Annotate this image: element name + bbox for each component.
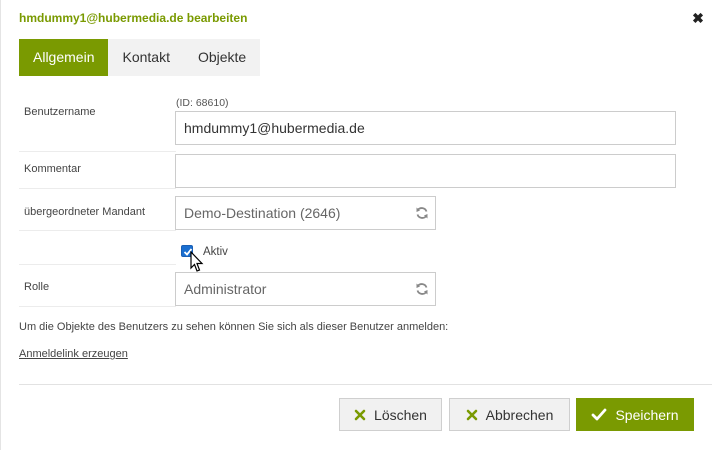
x-icon [466,409,477,420]
delete-button-label: Löschen [374,406,427,423]
row-divider [19,264,176,265]
cancel-button[interactable]: Abbrechen [449,398,570,431]
comment-input[interactable] [175,154,676,188]
dialog-title: hmdummy1@hubermedia.de bearbeiten [19,11,248,25]
cancel-button-label: Abbrechen [485,406,554,423]
tab-kontakt[interactable]: Kontakt [108,39,184,76]
role-value: Administrator [184,281,267,297]
refresh-icon[interactable] [415,282,429,296]
tab-objekte[interactable]: Objekte [183,39,261,76]
username-input[interactable] [175,111,676,145]
parent-client-select[interactable]: Demo-Destination (2646) [175,196,436,230]
comment-label: Kommentar [24,163,81,175]
close-icon[interactable]: ✖ [691,10,705,26]
role-select[interactable]: Administrator [175,272,436,306]
role-label: Rolle [24,281,50,293]
username-label: Benutzername [24,106,96,118]
user-id-label: (ID: 68610) [176,97,229,109]
active-label: Aktiv [203,246,228,258]
row-divider [19,230,176,231]
create-login-link[interactable]: Anmeldelink erzeugen [19,348,128,360]
check-icon [592,408,607,421]
footer-divider [19,384,712,385]
refresh-icon[interactable] [415,206,429,220]
row-divider [19,151,176,152]
parent-client-value: Demo-Destination (2646) [184,205,341,221]
row-divider [19,188,176,189]
save-button-label: Speichern [615,406,679,423]
row-divider [19,306,176,307]
parent-client-label: übergeordneter Mandant [24,206,146,218]
tab-bar: Allgemein Kontakt Objekte [19,39,261,76]
login-hint-text: Um die Objekte des Benutzers zu sehen kö… [19,321,449,333]
save-button[interactable]: Speichern [576,398,694,431]
delete-button[interactable]: Löschen [339,398,442,431]
tab-allgemein[interactable]: Allgemein [19,39,109,76]
edit-user-dialog: hmdummy1@hubermedia.de bearbeiten ✖ Allg… [0,0,712,450]
mouse-cursor-icon [190,251,204,272]
x-icon [354,409,366,420]
